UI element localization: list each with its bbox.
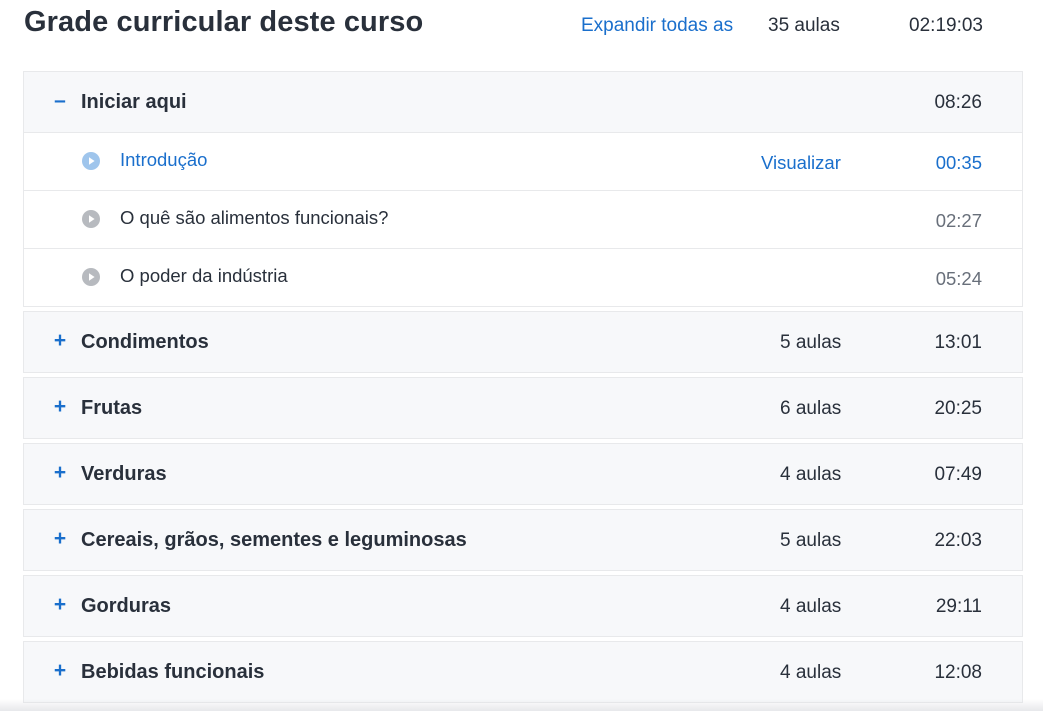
section-header[interactable]: – Iniciar aqui 08:26 — [24, 72, 1022, 132]
collapse-icon[interactable]: – — [52, 89, 68, 113]
section-duration: 07:49 — [934, 464, 982, 485]
curriculum-list: – Iniciar aqui 08:26 Introdução Visualiz… — [23, 71, 1023, 707]
lecture-item[interactable]: Introdução Visualizar 00:35 — [24, 133, 1022, 191]
expand-icon[interactable]: + — [52, 527, 68, 551]
expand-icon[interactable]: + — [52, 659, 68, 683]
bottom-fade — [0, 699, 1043, 711]
section-duration: 22:03 — [934, 530, 982, 551]
expand-all-link[interactable]: Expandir todas as — [581, 15, 733, 37]
expand-icon[interactable]: + — [52, 593, 68, 617]
section-title: Frutas — [81, 397, 143, 419]
section-verduras: + Verduras 4 aulas 07:49 — [23, 443, 1023, 505]
section-title: Verduras — [81, 463, 167, 485]
section-iniciar-aqui: – Iniciar aqui 08:26 Introdução Visualiz… — [23, 71, 1023, 307]
total-lectures-count: 35 aulas — [768, 15, 840, 36]
total-duration: 02:19:03 — [909, 15, 983, 36]
section-title: Condimentos — [81, 331, 209, 353]
expand-icon[interactable]: + — [52, 461, 68, 485]
section-title: Bebidas funcionais — [81, 661, 265, 683]
section-lecture-count: 4 aulas — [780, 464, 842, 485]
section-title: Iniciar aqui — [81, 91, 187, 113]
lecture-item[interactable]: O quê são alimentos funcionais? 02:27 — [24, 191, 1022, 249]
expand-icon[interactable]: + — [52, 329, 68, 353]
expand-icon[interactable]: + — [52, 395, 68, 419]
section-duration: 12:08 — [934, 662, 982, 683]
section-lecture-count: 5 aulas — [780, 530, 842, 551]
lecture-title[interactable]: Introdução — [120, 149, 207, 171]
section-condimentos: + Condimentos 5 aulas 13:01 — [23, 311, 1023, 373]
section-cereais: + Cereais, grãos, sementes e leguminosas… — [23, 509, 1023, 571]
section-lecture-count: 5 aulas — [780, 332, 842, 353]
lecture-title: O poder da indústria — [120, 265, 288, 286]
lecture-duration: 00:35 — [935, 152, 982, 173]
section-lecture-count: 4 aulas — [780, 662, 842, 683]
lecture-duration: 02:27 — [935, 210, 982, 231]
section-header[interactable]: + Frutas 6 aulas 20:25 — [24, 378, 1022, 438]
lecture-title: O quê são alimentos funcionais? — [120, 207, 389, 228]
section-duration: 08:26 — [934, 92, 982, 113]
lecture-item[interactable]: O poder da indústria 05:24 — [24, 249, 1022, 306]
section-header[interactable]: + Condimentos 5 aulas 13:01 — [24, 312, 1022, 372]
section-header[interactable]: + Gorduras 4 aulas 29:11 — [24, 576, 1022, 636]
section-gorduras: + Gorduras 4 aulas 29:11 — [23, 575, 1023, 637]
preview-link[interactable]: Visualizar — [761, 152, 841, 174]
section-header[interactable]: + Bebidas funcionais 4 aulas 12:08 — [24, 642, 1022, 702]
section-title: Cereais, grãos, sementes e leguminosas — [81, 529, 467, 551]
section-title: Gorduras — [81, 595, 172, 617]
section-frutas: + Frutas 6 aulas 20:25 — [23, 377, 1023, 439]
section-duration: 13:01 — [934, 332, 982, 353]
section-bebidas: + Bebidas funcionais 4 aulas 12:08 — [23, 641, 1023, 703]
curriculum-header: Grade curricular deste curso Expandir to… — [24, 0, 1023, 60]
page-title: Grade curricular deste curso — [24, 6, 424, 38]
section-duration: 29:11 — [935, 596, 982, 617]
section-duration: 20:25 — [934, 398, 982, 419]
play-circle-icon — [82, 268, 100, 286]
section-lecture-count: 4 aulas — [780, 596, 842, 617]
play-circle-icon — [82, 210, 100, 228]
section-header[interactable]: + Cereais, grãos, sementes e leguminosas… — [24, 510, 1022, 570]
lecture-list: Introdução Visualizar 00:35 O quê são al… — [24, 132, 1022, 306]
play-circle-icon — [82, 152, 100, 170]
lecture-duration: 05:24 — [935, 268, 982, 289]
section-lecture-count: 6 aulas — [780, 398, 842, 419]
section-header[interactable]: + Verduras 4 aulas 07:49 — [24, 444, 1022, 504]
